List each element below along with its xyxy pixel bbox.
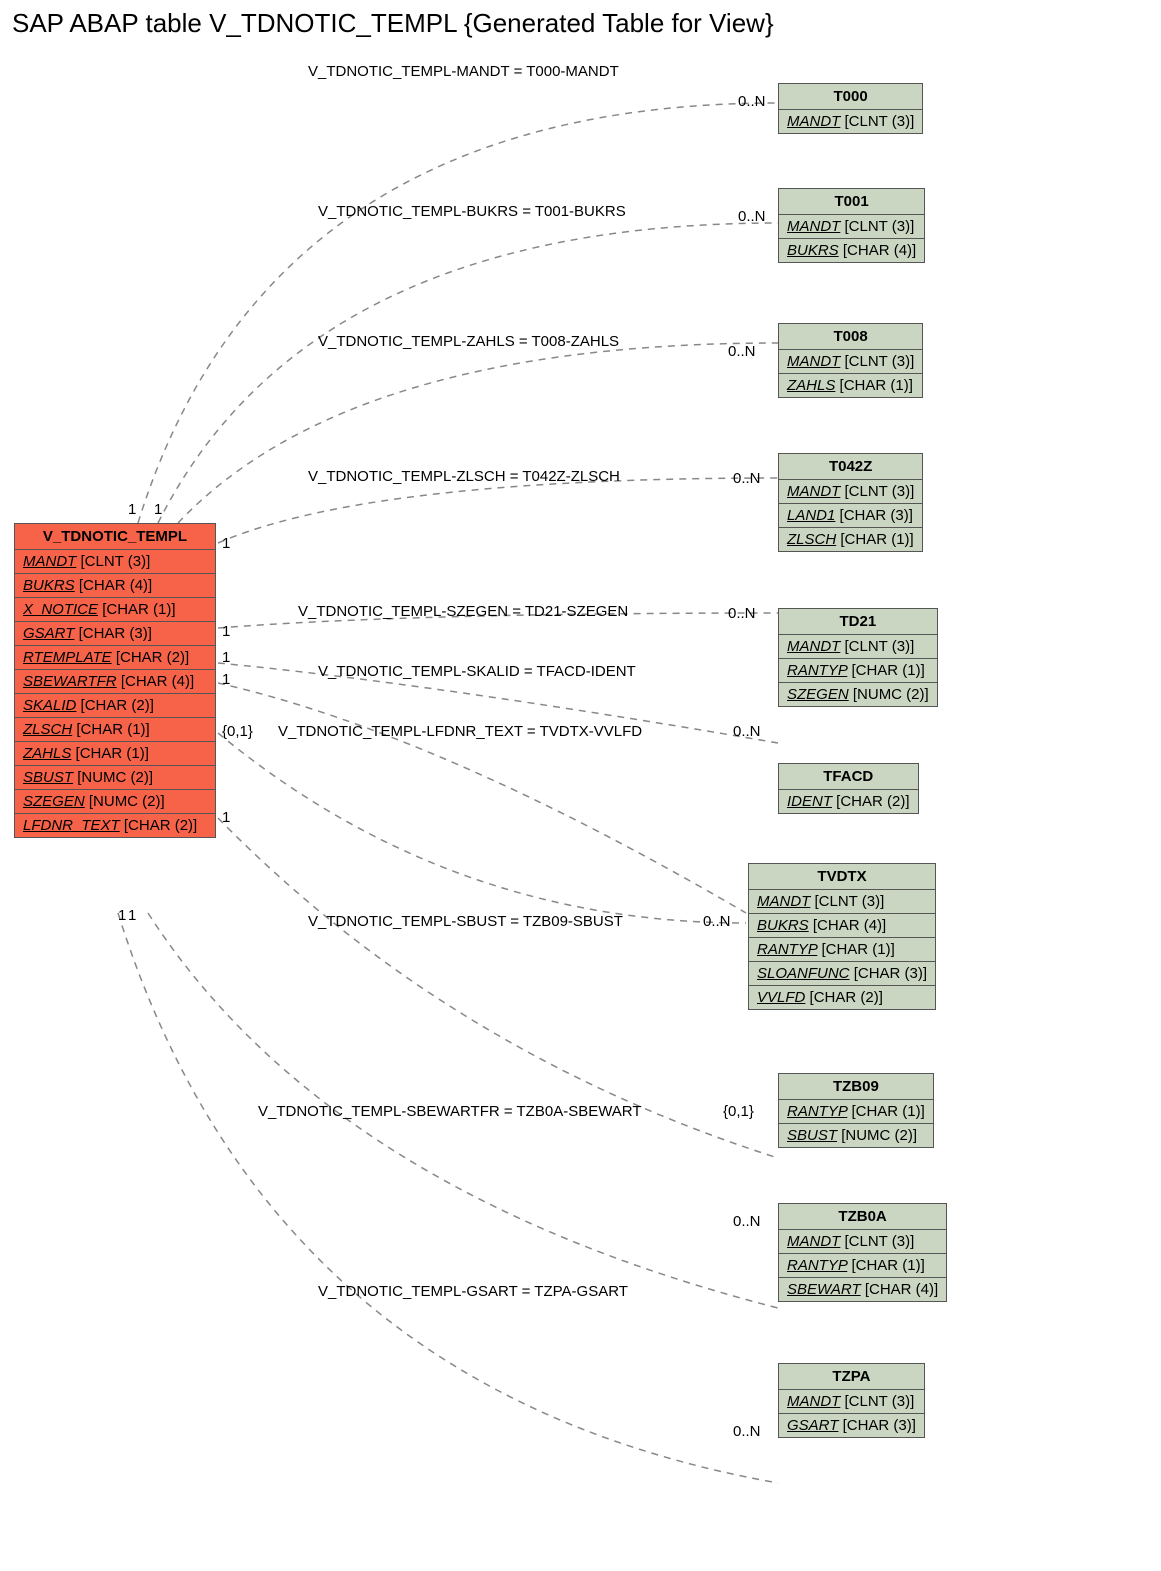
cardinality-left: 1 bbox=[118, 907, 126, 924]
entity-header: TZPA bbox=[779, 1364, 924, 1390]
cardinality-right: 0..N bbox=[733, 470, 761, 487]
entity-header: T000 bbox=[779, 84, 922, 110]
page-title: SAP ABAP table V_TDNOTIC_TEMPL {Generate… bbox=[12, 8, 1161, 39]
entity-field: MANDT [CLNT (3)] bbox=[779, 350, 922, 374]
entity-main-field: RTEMPLATE [CHAR (2)] bbox=[15, 646, 215, 670]
relation-label: V_TDNOTIC_TEMPL-MANDT = T000-MANDT bbox=[308, 63, 619, 80]
entity-field: BUKRS [CHAR (4)] bbox=[779, 239, 924, 262]
cardinality-left: 1 bbox=[222, 623, 230, 640]
entity-main-field: SBEWARTFR [CHAR (4)] bbox=[15, 670, 215, 694]
entity-field: SLOANFUNC [CHAR (3)] bbox=[749, 962, 935, 986]
entity-main-field: LFDNR_TEXT [CHAR (2)] bbox=[15, 814, 215, 837]
cardinality-right: 0..N bbox=[733, 1213, 761, 1230]
entity-field: LAND1 [CHAR (3)] bbox=[779, 504, 922, 528]
entity-main-field: MANDT [CLNT (3)] bbox=[15, 550, 215, 574]
relation-label: V_TDNOTIC_TEMPL-SZEGEN = TD21-SZEGEN bbox=[298, 603, 628, 620]
entity-field: BUKRS [CHAR (4)] bbox=[749, 914, 935, 938]
cardinality-left: {0,1} bbox=[222, 723, 253, 740]
er-diagram: V_TDNOTIC_TEMPL MANDT [CLNT (3)] BUKRS [… bbox=[8, 43, 1153, 1563]
relation-label: V_TDNOTIC_TEMPL-SBUST = TZB09-SBUST bbox=[308, 913, 623, 930]
entity-field: ZLSCH [CHAR (1)] bbox=[779, 528, 922, 551]
entity-tzpa: TZPA MANDT [CLNT (3)] GSART [CHAR (3)] bbox=[778, 1363, 925, 1438]
cardinality-left: 1 bbox=[128, 907, 136, 924]
relation-label: V_TDNOTIC_TEMPL-SBEWARTFR = TZB0A-SBEWAR… bbox=[258, 1103, 642, 1120]
cardinality-right: 0..N bbox=[738, 93, 766, 110]
entity-main-header: V_TDNOTIC_TEMPL bbox=[15, 524, 215, 550]
entity-field: MANDT [CLNT (3)] bbox=[779, 1230, 946, 1254]
entity-tvdtx: TVDTX MANDT [CLNT (3)] BUKRS [CHAR (4)] … bbox=[748, 863, 936, 1010]
relation-label: V_TDNOTIC_TEMPL-SKALID = TFACD-IDENT bbox=[318, 663, 636, 680]
cardinality-right: 0..N bbox=[703, 913, 731, 930]
cardinality-right: 0..N bbox=[733, 723, 761, 740]
entity-field: GSART [CHAR (3)] bbox=[779, 1414, 924, 1437]
entity-field: IDENT [CHAR (2)] bbox=[779, 790, 918, 813]
entity-main-field: SBUST [NUMC (2)] bbox=[15, 766, 215, 790]
entity-field: ZAHLS [CHAR (1)] bbox=[779, 374, 922, 397]
entity-header: TZB09 bbox=[779, 1074, 933, 1100]
entity-field: MANDT [CLNT (3)] bbox=[779, 1390, 924, 1414]
entity-field: MANDT [CLNT (3)] bbox=[749, 890, 935, 914]
entity-main-field: BUKRS [CHAR (4)] bbox=[15, 574, 215, 598]
entity-header: TFACD bbox=[779, 764, 918, 790]
entity-main-field: SZEGEN [NUMC (2)] bbox=[15, 790, 215, 814]
entity-tfacd: TFACD IDENT [CHAR (2)] bbox=[778, 763, 919, 814]
entity-header: TZB0A bbox=[779, 1204, 946, 1230]
entity-t000: T000 MANDT [CLNT (3)] bbox=[778, 83, 923, 134]
cardinality-left: 1 bbox=[222, 649, 230, 666]
relation-label: V_TDNOTIC_TEMPL-BUKRS = T001-BUKRS bbox=[318, 203, 626, 220]
relation-label: V_TDNOTIC_TEMPL-GSART = TZPA-GSART bbox=[318, 1283, 628, 1300]
entity-td21: TD21 MANDT [CLNT (3)] RANTYP [CHAR (1)] … bbox=[778, 608, 938, 707]
cardinality-left: 1 bbox=[154, 501, 162, 518]
entity-field: SZEGEN [NUMC (2)] bbox=[779, 683, 937, 706]
entity-field: RANTYP [CHAR (1)] bbox=[779, 659, 937, 683]
entity-header: TD21 bbox=[779, 609, 937, 635]
entity-header: TVDTX bbox=[749, 864, 935, 890]
relation-label: V_TDNOTIC_TEMPL-ZLSCH = T042Z-ZLSCH bbox=[308, 468, 620, 485]
cardinality-left: 1 bbox=[222, 535, 230, 552]
entity-field: VVLFD [CHAR (2)] bbox=[749, 986, 935, 1009]
entity-header: T001 bbox=[779, 189, 924, 215]
entity-main: V_TDNOTIC_TEMPL MANDT [CLNT (3)] BUKRS [… bbox=[14, 523, 216, 838]
entity-main-field: ZAHLS [CHAR (1)] bbox=[15, 742, 215, 766]
entity-field: MANDT [CLNT (3)] bbox=[779, 215, 924, 239]
entity-field: RANTYP [CHAR (1)] bbox=[779, 1254, 946, 1278]
entity-tzb0a: TZB0A MANDT [CLNT (3)] RANTYP [CHAR (1)]… bbox=[778, 1203, 947, 1302]
cardinality-right: 0..N bbox=[733, 1423, 761, 1440]
relation-label: V_TDNOTIC_TEMPL-ZAHLS = T008-ZAHLS bbox=[318, 333, 619, 350]
entity-field: SBUST [NUMC (2)] bbox=[779, 1124, 933, 1147]
entity-main-field: ZLSCH [CHAR (1)] bbox=[15, 718, 215, 742]
entity-header: T042Z bbox=[779, 454, 922, 480]
cardinality-right: 0..N bbox=[728, 605, 756, 622]
cardinality-left: 1 bbox=[128, 501, 136, 518]
cardinality-right: 0..N bbox=[728, 343, 756, 360]
entity-field: MANDT [CLNT (3)] bbox=[779, 635, 937, 659]
entity-field: RANTYP [CHAR (1)] bbox=[779, 1100, 933, 1124]
entity-field: SBEWART [CHAR (4)] bbox=[779, 1278, 946, 1301]
entity-tzb09: TZB09 RANTYP [CHAR (1)] SBUST [NUMC (2)] bbox=[778, 1073, 934, 1148]
entity-header: T008 bbox=[779, 324, 922, 350]
cardinality-left: 1 bbox=[222, 671, 230, 688]
entity-field: RANTYP [CHAR (1)] bbox=[749, 938, 935, 962]
entity-t001: T001 MANDT [CLNT (3)] BUKRS [CHAR (4)] bbox=[778, 188, 925, 263]
cardinality-right: 0..N bbox=[738, 208, 766, 225]
entity-main-field: GSART [CHAR (3)] bbox=[15, 622, 215, 646]
cardinality-right: {0,1} bbox=[723, 1103, 754, 1120]
entity-t042z: T042Z MANDT [CLNT (3)] LAND1 [CHAR (3)] … bbox=[778, 453, 923, 552]
entity-t008: T008 MANDT [CLNT (3)] ZAHLS [CHAR (1)] bbox=[778, 323, 923, 398]
entity-main-field: X_NOTICE [CHAR (1)] bbox=[15, 598, 215, 622]
entity-main-field: SKALID [CHAR (2)] bbox=[15, 694, 215, 718]
cardinality-left: 1 bbox=[222, 809, 230, 826]
entity-field: MANDT [CLNT (3)] bbox=[779, 110, 922, 133]
entity-field: MANDT [CLNT (3)] bbox=[779, 480, 922, 504]
relation-label: V_TDNOTIC_TEMPL-LFDNR_TEXT = TVDTX-VVLFD bbox=[278, 723, 642, 740]
